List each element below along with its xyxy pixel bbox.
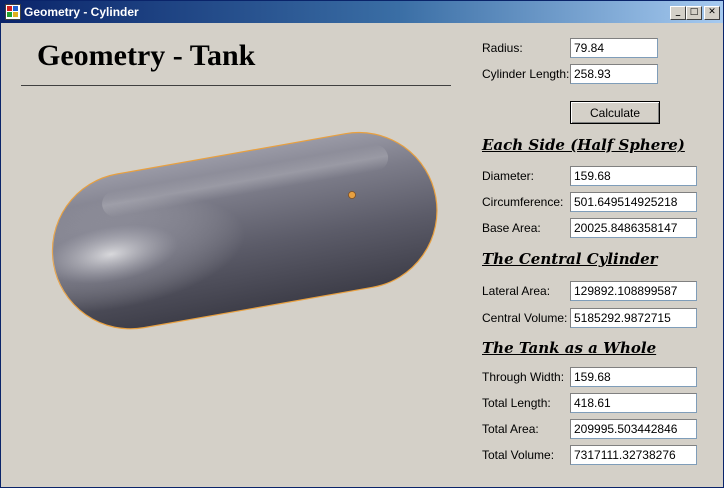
cylinder-length-label: Cylinder Length: bbox=[482, 67, 570, 81]
diameter-field[interactable] bbox=[570, 166, 697, 186]
total-area-field[interactable] bbox=[570, 419, 697, 439]
lateral-area-label: Lateral Area: bbox=[482, 284, 551, 298]
close-button[interactable]: ✕ bbox=[704, 6, 720, 20]
window-title: Geometry - Cylinder bbox=[24, 5, 139, 19]
maximize-button[interactable]: □ bbox=[686, 6, 702, 20]
section-half-sphere-title: Each Side (Half Sphere) bbox=[482, 136, 685, 154]
lateral-area-field[interactable] bbox=[570, 281, 697, 301]
title-bar[interactable]: Geometry - Cylinder _ □ ✕ bbox=[1, 1, 723, 23]
total-volume-label: Total Volume: bbox=[482, 448, 555, 462]
diameter-label: Diameter: bbox=[482, 169, 535, 183]
base-area-label: Base Area: bbox=[482, 221, 541, 235]
radius-input[interactable] bbox=[570, 38, 658, 58]
total-length-label: Total Length: bbox=[482, 396, 551, 410]
main-window: Geometry - Cylinder _ □ ✕ Geometry - Tan… bbox=[0, 0, 724, 488]
circumference-field[interactable] bbox=[570, 192, 697, 212]
radius-label: Radius: bbox=[482, 41, 523, 55]
page-title: Geometry - Tank bbox=[37, 39, 256, 72]
total-volume-field[interactable] bbox=[570, 445, 697, 465]
tank-illustration bbox=[37, 101, 447, 341]
central-volume-field[interactable] bbox=[570, 308, 697, 328]
central-volume-label: Central Volume: bbox=[482, 311, 568, 325]
section-tank-whole-title: The Tank as a Whole bbox=[482, 339, 657, 357]
through-width-field[interactable] bbox=[570, 367, 697, 387]
cylinder-length-input[interactable] bbox=[570, 64, 658, 84]
total-area-label: Total Area: bbox=[482, 422, 539, 436]
minimize-button[interactable]: _ bbox=[670, 6, 686, 20]
through-width-label: Through Width: bbox=[482, 370, 565, 384]
section-central-cylinder-title: The Central Cylinder bbox=[482, 250, 658, 268]
capsule-image bbox=[51, 131, 438, 330]
total-length-field[interactable] bbox=[570, 393, 697, 413]
circumference-label: Circumference: bbox=[482, 195, 564, 209]
heading-divider bbox=[21, 85, 451, 86]
calculate-button[interactable]: Calculate bbox=[570, 101, 660, 124]
base-area-field[interactable] bbox=[570, 218, 697, 238]
app-icon bbox=[5, 4, 21, 20]
